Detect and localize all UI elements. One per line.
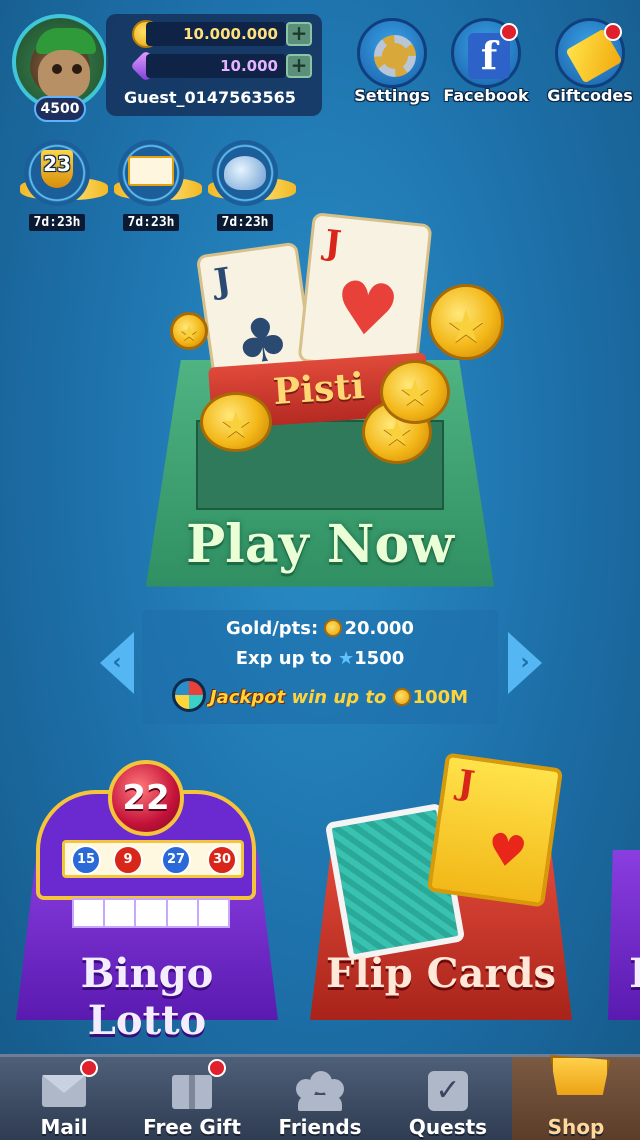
jack-of-hearts-card: J ♥ xyxy=(426,752,564,908)
nav-mail[interactable]: Mail xyxy=(0,1057,128,1140)
gold-coin-icon xyxy=(380,360,450,424)
event-shark[interactable]: 7d:23h xyxy=(204,140,296,232)
exp-line: Exp up to ★1500 xyxy=(142,648,498,669)
facebook-button[interactable]: f Facebook xyxy=(438,18,534,105)
player-username: Guest_0147563565 xyxy=(124,88,296,107)
notification-dot xyxy=(208,1059,226,1077)
next-game-arrow[interactable]: › xyxy=(508,632,542,694)
bingo-ball: 30 xyxy=(207,845,237,875)
event-lotto[interactable]: 7d:23h xyxy=(110,140,202,232)
bingo-ball-row: 15 9 27 30 xyxy=(62,840,244,878)
star-icon: ★ xyxy=(338,648,355,669)
lotto-board-icon xyxy=(128,156,174,186)
nav-quests-label: Quests xyxy=(408,1115,488,1139)
event-timer: 7d:23h xyxy=(28,214,86,231)
gem-row: 10.000 + xyxy=(130,50,342,82)
heart-icon: ♥ xyxy=(483,823,530,880)
gold-coin-icon xyxy=(170,312,208,350)
gold-coin-icon xyxy=(428,284,504,360)
checkmark-icon: ✓ xyxy=(428,1071,468,1111)
nav-free-gift-label: Free Gift xyxy=(143,1115,241,1139)
gold-amount: 10.000.000 xyxy=(146,22,286,46)
bingo-ball: 9 xyxy=(113,845,143,875)
add-gold-button[interactable]: + xyxy=(286,22,312,46)
exp-label: Exp up to xyxy=(235,648,332,669)
nav-friends[interactable]: Friends xyxy=(256,1057,384,1140)
gear-icon xyxy=(374,35,416,77)
currency-panel: 10.000.000 + 10.000 + Guest_0147563565 xyxy=(106,14,322,116)
card-letter: J xyxy=(455,762,477,805)
exp-value: 1500 xyxy=(354,648,405,669)
add-gems-button[interactable]: + xyxy=(286,54,312,78)
heart-icon: ♥ xyxy=(330,264,404,355)
nav-shop-label: Shop xyxy=(547,1115,605,1139)
player-level-badge: 4500 xyxy=(34,96,86,122)
chevron-left-icon: ‹ xyxy=(112,650,122,675)
event-trophy[interactable]: 23 7d:23h xyxy=(16,140,108,232)
chevron-right-icon: › xyxy=(520,650,530,675)
game-info-panel: Gold/pts: 20.000 Exp up to ★1500 Jackpot… xyxy=(142,610,498,724)
gold-coin-icon xyxy=(392,688,411,706)
flip-cards-title: Flip Cards xyxy=(326,950,556,997)
nav-mail-label: Mail xyxy=(40,1115,88,1139)
gold-value: 20.000 xyxy=(344,618,414,639)
event-badge-number: 23 xyxy=(43,152,71,176)
bingo-ball: 15 xyxy=(71,845,101,875)
notification-dot xyxy=(500,23,518,41)
event-timer: 7d:23h xyxy=(216,214,274,231)
nav-free-gift[interactable]: Free Gift xyxy=(128,1057,256,1140)
facebook-label: Facebook xyxy=(443,86,529,105)
gem-amount: 10.000 xyxy=(146,54,286,78)
bingo-lotto-title: Bingo Lotto xyxy=(80,950,214,1044)
jackpot-line: Jackpot win up to 100M xyxy=(142,678,498,712)
play-now-button[interactable]: Play Now xyxy=(146,514,494,575)
nav-shop[interactable]: Shop xyxy=(512,1055,640,1140)
bottom-navigation: Mail Free Gift Friends ✓ Quests Shop xyxy=(0,1054,640,1140)
jackpot-text: win up to xyxy=(291,687,387,708)
previous-game-arrow[interactable]: ‹ xyxy=(100,632,134,694)
gold-coin-icon xyxy=(324,619,343,637)
gold-per-point-line: Gold/pts: 20.000 xyxy=(142,618,498,639)
mail-icon xyxy=(42,1075,86,1107)
shark-icon xyxy=(224,156,266,190)
card-letter: J xyxy=(322,222,344,265)
event-timer: 7d:23h xyxy=(122,214,180,231)
notification-dot xyxy=(604,23,622,41)
jack-of-hearts-card: J ♥ xyxy=(297,212,433,374)
bingo-big-ball: 22 xyxy=(108,760,184,836)
jackpot-label: Jackpot xyxy=(209,687,286,708)
friends-icon xyxy=(294,1071,346,1111)
settings-label: Settings xyxy=(354,86,430,105)
next-game-title: B xyxy=(626,950,640,997)
bingo-ball: 27 xyxy=(161,845,191,875)
jackpot-wheel-icon xyxy=(171,678,206,712)
giftcodes-label: Giftcodes xyxy=(547,86,633,105)
notification-dot xyxy=(80,1059,98,1077)
gold-row: 10.000.000 + xyxy=(132,20,342,48)
shopping-cart-icon xyxy=(550,1055,610,1095)
jackpot-value: 100M xyxy=(412,687,469,708)
nav-quests[interactable]: ✓ Quests xyxy=(384,1057,512,1140)
gold-coin-icon xyxy=(200,392,272,452)
card-letter: J xyxy=(211,260,234,303)
settings-button[interactable]: Settings xyxy=(344,18,440,105)
gold-label: Gold/pts: xyxy=(226,618,319,639)
player-avatar[interactable]: 4500 xyxy=(12,14,108,122)
giftcodes-button[interactable]: Giftcodes xyxy=(542,18,638,105)
gift-icon xyxy=(172,1075,212,1109)
nav-friends-label: Friends xyxy=(278,1115,362,1139)
bingo-card-grid xyxy=(72,898,230,928)
